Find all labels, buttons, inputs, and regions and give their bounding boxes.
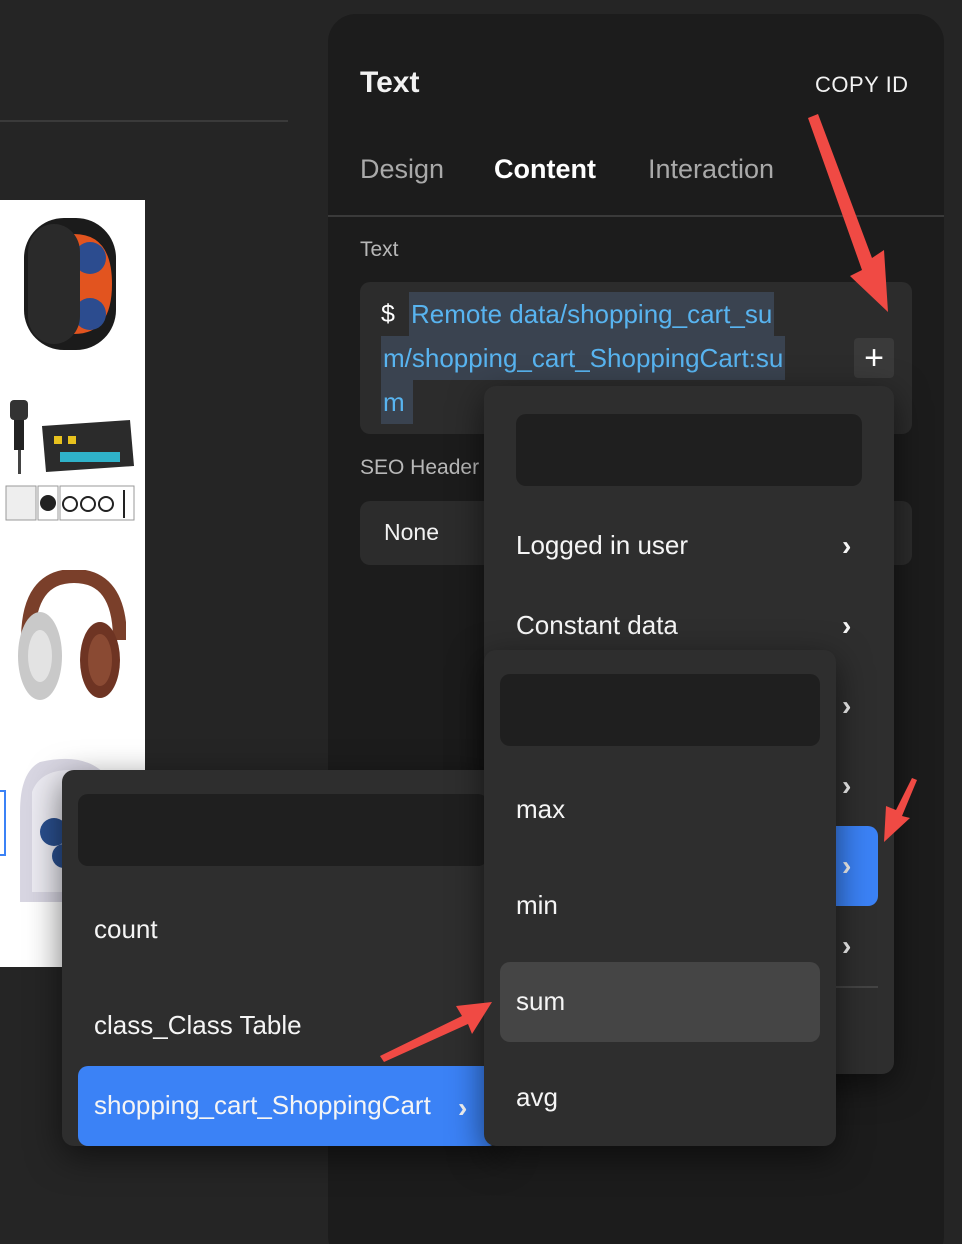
menu-item-max[interactable]: max [516, 794, 565, 825]
aggregate-menu: max min sum avg [484, 650, 836, 1146]
audio-mixer-image [5, 400, 135, 521]
currency-prefix: $ [381, 300, 395, 328]
menu-item-avg[interactable]: avg [516, 1082, 558, 1113]
chevron-right-icon[interactable]: › [842, 772, 851, 800]
menu-item-min[interactable]: min [516, 890, 558, 921]
tab-interaction[interactable]: Interaction [648, 154, 774, 185]
tab-content[interactable]: Content [494, 154, 596, 185]
menu-item-constant-data[interactable]: Constant data [516, 610, 678, 641]
data-source-search-input[interactable] [516, 414, 862, 486]
chevron-right-icon[interactable]: › [842, 692, 851, 720]
canvas-divider [0, 120, 288, 122]
seo-header-value: None [384, 519, 439, 545]
menu-item-count[interactable]: count [94, 914, 158, 945]
copy-id-button[interactable]: COPY ID [815, 72, 909, 98]
selection-marker [0, 790, 6, 856]
headphone-case-image [24, 218, 116, 350]
chevron-right-icon: › [842, 530, 852, 561]
menu-item-shopping-cart[interactable]: shopping_cart_ShoppingCart [94, 1090, 431, 1121]
add-binding-button[interactable]: + [854, 338, 894, 378]
binding-chip-line-1[interactable]: Remote data/shopping_cart_su [409, 292, 775, 336]
menu-item-sum[interactable]: sum [516, 986, 565, 1017]
chevron-right-icon: › [842, 610, 852, 641]
headphones-image [18, 570, 126, 700]
tab-design[interactable]: Design [360, 154, 444, 185]
tab-divider [328, 215, 944, 217]
chevron-right-icon: › [458, 1092, 468, 1123]
plus-icon: + [864, 339, 884, 377]
text-field-label: Text [360, 238, 399, 261]
remote-table-menu: count class_Class Table shopping_cart_Sh… [62, 770, 502, 1146]
seo-header-label: SEO Header [360, 456, 480, 479]
chevron-right-icon[interactable]: › [842, 932, 851, 960]
binding-chip-line-2[interactable]: m/shopping_cart_ShoppingCart:su [381, 336, 786, 380]
panel-title: Text [360, 66, 420, 99]
menu-item-logged-in-user[interactable]: Logged in user [516, 530, 688, 561]
chevron-right-icon: › [842, 850, 852, 881]
aggregate-search-input[interactable] [500, 674, 820, 746]
remote-table-search-input[interactable] [78, 794, 488, 866]
binding-chip-line-3[interactable]: m [381, 380, 413, 424]
menu-item-class-table[interactable]: class_Class Table [94, 1010, 302, 1041]
